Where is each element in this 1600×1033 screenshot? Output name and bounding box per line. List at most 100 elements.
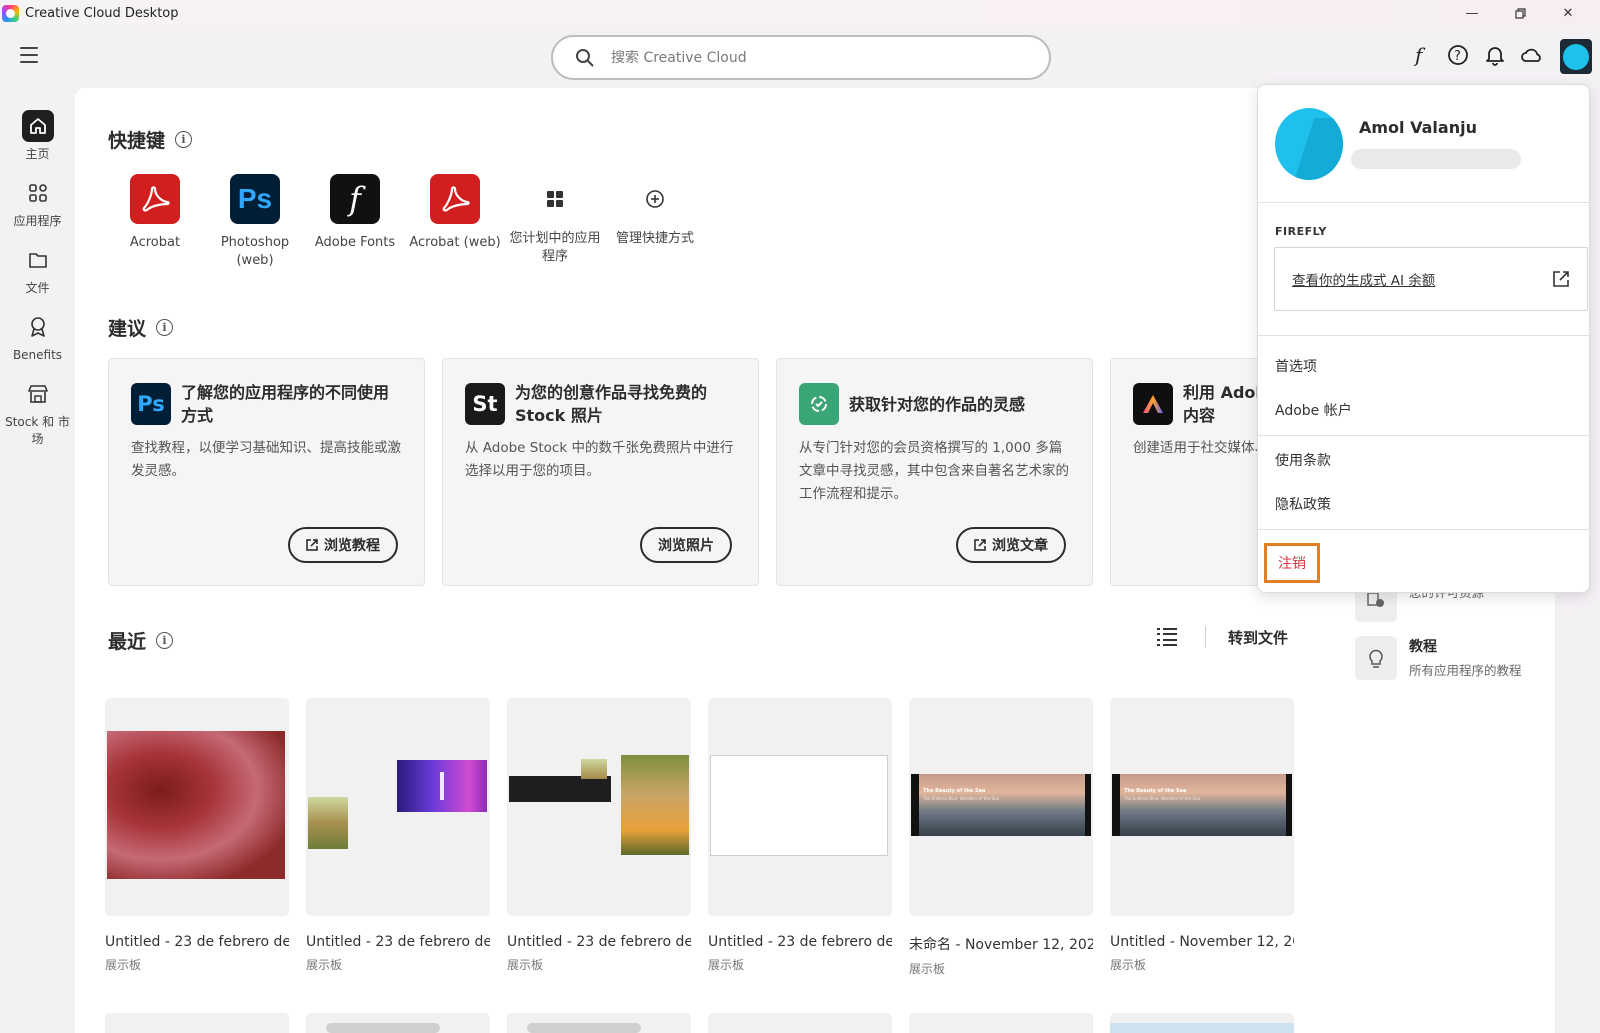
info-icon[interactable]: i	[156, 632, 174, 649]
shortcut-photoshop-web[interactable]: Ps Photoshop (web)	[205, 174, 305, 270]
fonts-icon[interactable]: f	[1409, 43, 1433, 67]
inspiration-icon	[799, 383, 839, 425]
nav-item-files[interactable]: 文件	[0, 244, 75, 297]
browse-articles-button[interactable]: 浏览文章	[956, 527, 1066, 563]
recent-file-tile[interactable]: Untitled - 23 de febrero de 2... 展示板	[105, 698, 289, 977]
recent-file-tile[interactable]	[1110, 1013, 1294, 1033]
info-icon[interactable]: i	[156, 319, 174, 336]
nav-label: 应用程序	[13, 214, 62, 228]
dog-photo-image	[308, 797, 348, 849]
menu-item-terms[interactable]: 使用条款	[1275, 450, 1331, 470]
help-icon[interactable]: ?	[1446, 43, 1470, 67]
blank-board-image	[710, 755, 888, 856]
svg-text:?: ?	[1454, 49, 1461, 64]
divider	[1258, 435, 1591, 436]
recent-file-tile[interactable]: Untitled - 23 de febrero de 2... 展示板	[708, 698, 892, 977]
account-menu: Amol Valanju FIREFLY 查看你的生成式 AI 余额 首选项 A…	[1257, 84, 1591, 593]
suggestion-card: St 为您的创意作品寻找免费的 Stock 照片 从 Adobe Stock 中…	[442, 358, 759, 586]
file-name: Untitled - 23 de febrero de 2...	[306, 934, 490, 950]
menu-icon[interactable]	[20, 47, 38, 63]
file-thumbnail	[708, 698, 892, 916]
nav-item-home[interactable]: 主页	[0, 110, 75, 163]
card-description: 从专门针对您的会员资格撰写的 1,000 多篇文章中寻找灵感，其中包含来自著名艺…	[799, 440, 1069, 502]
close-icon[interactable]: ✕	[1544, 0, 1592, 26]
card-description: 查找教程，以便学习基础知识、提高技能或激发灵感。	[131, 440, 401, 479]
firefly-section-label: FIREFLY	[1275, 225, 1327, 238]
dog-with-ball-image	[621, 755, 689, 855]
sign-out-button[interactable]: 注销	[1264, 543, 1320, 583]
left-sidebar: 主页 应用程序 文件 Benefits Stock 和 市场	[0, 110, 75, 462]
window-title: Creative Cloud Desktop	[25, 5, 179, 21]
divider	[1205, 626, 1206, 648]
file-type: 展示板	[105, 958, 142, 972]
menu-item-preferences[interactable]: 首选项	[1275, 356, 1317, 376]
menu-item-adobe-account[interactable]: Adobe 帐户	[1275, 400, 1352, 420]
file-name: 未命名 - November 12, 2025 ...	[909, 937, 1093, 953]
minimize-icon[interactable]: —	[1448, 0, 1496, 26]
resource-title: 教程	[1409, 639, 1437, 655]
browse-tutorials-button[interactable]: 浏览教程	[288, 527, 398, 563]
shortcut-label: Adobe Fonts	[314, 235, 396, 250]
recent-files-row-2	[105, 1013, 1294, 1033]
info-icon[interactable]: i	[175, 131, 193, 148]
shortcut-manage[interactable]: 管理快捷方式	[605, 174, 705, 270]
cloud-icon[interactable]	[1520, 43, 1544, 67]
shortcuts-row: Acrobat Ps Photoshop (web) f Adobe Fonts…	[105, 174, 705, 270]
go-to-files-link[interactable]: 转到文件	[1228, 627, 1288, 648]
recent-file-tile[interactable]: The Beauty of the Sea The Endless Blue: …	[1110, 698, 1294, 977]
firefly-link-text[interactable]: 查看你的生成式 AI 余额	[1292, 269, 1435, 289]
resource-item-tutorials[interactable]: 教程 所有应用程序的教程	[1355, 636, 1545, 680]
shortcut-label: Acrobat	[129, 235, 181, 250]
list-view-icon[interactable]	[1157, 628, 1177, 646]
apps-grid-icon	[530, 174, 580, 224]
acrobat-icon	[130, 174, 180, 224]
external-link-icon	[1553, 271, 1569, 287]
card-title: 了解您的应用程序的不同使用方式	[181, 383, 390, 425]
bell-icon[interactable]	[1483, 43, 1507, 67]
window-controls: — ✕	[1448, 0, 1592, 26]
suggestion-card: 获取针对您的作品的灵感 从专门针对您的会员资格撰写的 1,000 多篇文章中寻找…	[776, 358, 1093, 586]
nav-label: Stock 和 市场	[5, 415, 70, 446]
browse-photos-button[interactable]: 浏览照片	[640, 527, 732, 563]
apps-icon	[22, 177, 54, 209]
recent-file-tile[interactable]	[909, 1013, 1093, 1033]
nav-item-benefits[interactable]: Benefits	[0, 311, 75, 364]
recent-file-tile[interactable]	[708, 1013, 892, 1033]
file-name: Untitled - 23 de febrero de 2...	[507, 934, 691, 950]
shortcut-acrobat[interactable]: Acrobat	[105, 174, 205, 270]
recent-file-tile[interactable]: Untitled - 23 de febrero de 2... 展示板	[507, 698, 691, 977]
file-name: Untitled - 23 de febrero de 2...	[708, 934, 892, 950]
dog-photo-image	[581, 759, 607, 779]
firefly-credits-link[interactable]: 查看你的生成式 AI 余额	[1274, 247, 1588, 311]
recent-file-tile[interactable]	[306, 1013, 490, 1033]
card-title: 获取针对您的作品的灵感	[849, 394, 1026, 414]
recent-file-tile[interactable]: The Beauty of the Sea The Endless Blue: …	[909, 698, 1093, 977]
nav-label: 主页	[25, 147, 50, 161]
nav-item-apps[interactable]: 应用程序	[0, 177, 75, 230]
avatar[interactable]	[1560, 39, 1592, 74]
file-thumbnail: The Beauty of the Sea The Endless Blue: …	[1110, 698, 1294, 916]
svg-text:f: f	[1413, 44, 1426, 66]
recent-file-tile[interactable]	[507, 1013, 691, 1033]
search-input[interactable]	[611, 49, 1011, 66]
account-email-redacted	[1351, 149, 1521, 169]
suggestions-title: 建议	[108, 318, 147, 340]
shortcuts-heading: 快捷键 i	[108, 126, 193, 153]
shortcut-adobe-fonts[interactable]: f Adobe Fonts	[305, 174, 405, 270]
recent-toolbar: 转到文件	[1157, 626, 1288, 648]
divider	[1258, 529, 1591, 530]
shortcut-acrobat-web[interactable]: Acrobat (web)	[405, 174, 505, 270]
account-profile: Amol Valanju	[1258, 85, 1589, 203]
card-title: 为您的创意作品寻找免费的 Stock 照片	[515, 383, 708, 425]
menu-item-privacy[interactable]: 隐私政策	[1275, 494, 1331, 514]
photoshop-icon: Ps	[230, 174, 280, 224]
screenshot-image	[509, 776, 611, 802]
shortcut-planned-apps[interactable]: 您计划中的应用程序	[505, 174, 605, 270]
file-thumbnail	[507, 698, 691, 916]
search-bar[interactable]	[551, 35, 1051, 80]
nav-item-stock-market[interactable]: Stock 和 市场	[0, 378, 75, 448]
card-description: 从 Adobe Stock 中的数千张免费照片中进行选择以用于您的项目。	[465, 440, 734, 479]
restore-icon[interactable]	[1496, 0, 1544, 26]
recent-file-tile[interactable]: Untitled - 23 de febrero de 2... 展示板	[306, 698, 490, 977]
recent-file-tile[interactable]	[105, 1013, 289, 1033]
